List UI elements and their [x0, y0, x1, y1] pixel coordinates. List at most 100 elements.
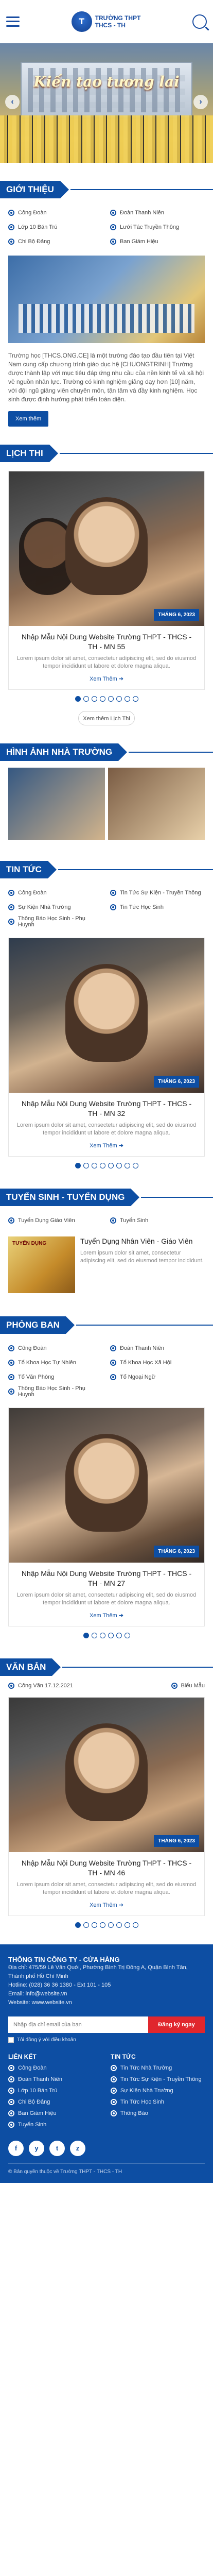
section-title: TUYỂN SINH - TUYỂN DỤNG — [0, 1189, 140, 1206]
card-title[interactable]: Nhập Mẫu Nội Dung Website Trường THPT - … — [16, 632, 197, 652]
bullet-icon — [110, 1345, 116, 1351]
docs-card[interactable]: THÁNG 6, 2023 Nhập Mẫu Nội Dung Website … — [8, 1697, 205, 1916]
intro-menu-item[interactable]: Chi Bộ Đảng — [8, 237, 103, 246]
slider-dot[interactable] — [83, 1163, 89, 1168]
footer-link[interactable]: Sự Kiện Nhà Trường — [111, 2085, 205, 2096]
rooms-card[interactable]: THÁNG 6, 2023 Nhập Mẫu Nội Dung Website … — [8, 1408, 205, 1626]
slider-dot[interactable] — [132, 1922, 138, 1928]
news-menu-item[interactable]: Công Đoàn — [8, 888, 103, 897]
footer-link[interactable]: Ban Giám Hiệu — [8, 2108, 102, 2119]
readmore-link[interactable]: Xem Thêm ➔ — [90, 1902, 123, 1908]
footer-link[interactable]: Lớp 10 Bán Trú — [8, 2085, 102, 2096]
rooms-menu-item[interactable]: Công Đoàn — [8, 1344, 103, 1353]
slider-dot[interactable] — [108, 1633, 114, 1638]
twitter-icon[interactable]: t — [49, 2141, 65, 2156]
slider-dot[interactable] — [124, 1633, 130, 1638]
footer-link[interactable]: Tin Tức Nhà Trường — [111, 2062, 205, 2074]
slider-dot[interactable] — [91, 696, 97, 702]
slider-dot[interactable] — [108, 1163, 114, 1168]
menu-icon[interactable] — [6, 16, 20, 27]
slider-dot[interactable] — [83, 1922, 89, 1928]
slider-dot[interactable] — [91, 1163, 97, 1168]
search-icon[interactable] — [192, 14, 207, 29]
news-menu-item[interactable]: Thông Báo Học Sinh - Phụ Huynh — [8, 916, 103, 928]
recruit-item[interactable]: TUYỂN DỤNG Tuyển Dụng Nhân Viên - Giáo V… — [0, 1231, 213, 1298]
recruit-menu-item[interactable]: Tuyển Sinh — [110, 1216, 205, 1225]
slider-dot[interactable] — [99, 1163, 105, 1168]
footer-link-label: Lớp 10 Bán Trú — [18, 2088, 58, 2094]
recruit-menu-item[interactable]: Tuyển Dụng Giáo Viên — [8, 1216, 103, 1225]
intro-more-button[interactable]: Xem thêm — [8, 411, 49, 427]
intro-menu-item[interactable]: Công Đoàn — [8, 208, 103, 217]
slider-dot[interactable] — [116, 1922, 122, 1928]
slider-dot[interactable] — [124, 1163, 130, 1168]
slider-dot[interactable] — [116, 696, 122, 702]
card-title[interactable]: Nhập Mẫu Nội Dung Website Trường THPT - … — [16, 1858, 197, 1878]
slider-dot[interactable] — [75, 696, 81, 702]
schedule-card[interactable]: THÁNG 6, 2023 Nhập Mẫu Nội Dung Website … — [8, 471, 205, 690]
slider-dot[interactable] — [91, 1922, 97, 1928]
slider-dot[interactable] — [124, 696, 130, 702]
footer-link[interactable]: Tuyển Sinh — [8, 2119, 102, 2130]
intro-menu-item[interactable]: Lớp 10 Bán Trú — [8, 223, 103, 232]
gallery-image[interactable] — [8, 768, 105, 840]
site-logo[interactable]: T TRƯỜNG THPT THCS - TH — [71, 11, 140, 32]
slider-dot[interactable] — [116, 1163, 122, 1168]
intro-menu-item[interactable]: Ban Giám Hiệu — [110, 237, 205, 246]
rooms-menu-item[interactable]: Tổ Ngoại Ngữ — [110, 1372, 205, 1382]
doc-row[interactable]: Công Văn 17.12.2021 Biểu Mẫu — [0, 1680, 213, 1692]
footer-link[interactable]: Tin Tức Học Sinh — [111, 2096, 205, 2108]
agree-checkbox[interactable] — [8, 2037, 14, 2043]
news-menu-item[interactable]: Tin Tức Học Sinh — [110, 903, 205, 912]
zalo-icon[interactable]: z — [70, 2141, 85, 2156]
slider-dot[interactable] — [124, 1922, 130, 1928]
gallery-image[interactable] — [108, 768, 205, 840]
recruit-title[interactable]: Tuyển Dụng Nhân Viên - Giáo Viên — [80, 1236, 205, 1246]
rooms-menu-item[interactable]: Tổ Văn Phòng — [8, 1372, 103, 1382]
intro-menu: Công Đoàn Đoàn Thanh Niên Lớp 10 Bán Trú… — [0, 202, 213, 252]
readmore-link[interactable]: Xem Thêm ➔ — [90, 1142, 123, 1149]
news-menu-item[interactable]: Tin Tức Sự Kiện - Truyền Thông — [110, 888, 205, 897]
slider-dot[interactable] — [132, 696, 138, 702]
menu-label: Tuyển Dụng Giáo Viên — [18, 1217, 75, 1224]
rooms-menu-item[interactable]: Đoàn Thanh Niên — [110, 1344, 205, 1353]
slider-dot[interactable] — [99, 696, 105, 702]
slider-dot[interactable] — [99, 1633, 105, 1638]
news-card[interactable]: THÁNG 6, 2023 Nhập Mẫu Nội Dung Website … — [8, 938, 205, 1157]
slider-dot[interactable] — [91, 1633, 97, 1638]
card-title[interactable]: Nhập Mẫu Nội Dung Website Trường THPT - … — [16, 1099, 197, 1118]
slider-dot[interactable] — [116, 1633, 122, 1638]
banner-prev-icon[interactable]: ‹ — [5, 95, 20, 109]
footer-link[interactable]: Đoàn Thanh Niên — [8, 2074, 102, 2085]
slider-dot[interactable] — [75, 1163, 81, 1168]
news-menu-item[interactable]: Sự Kiện Nhà Trường — [8, 903, 103, 912]
facebook-icon[interactable]: f — [8, 2141, 24, 2156]
schedule-all-button[interactable]: Xem thêm Lịch Thi — [78, 711, 135, 725]
news-menu: Công Đoàn Tin Tức Sự Kiện - Truyền Thông… — [0, 882, 213, 933]
footer-link[interactable]: Chi Bộ Đảng — [8, 2096, 102, 2108]
section-rule — [58, 869, 213, 870]
footer-link[interactable]: Công Đoàn — [8, 2062, 102, 2074]
readmore-link[interactable]: Xem Thêm ➔ — [90, 1612, 123, 1619]
slider-dot[interactable] — [108, 696, 114, 702]
slider-dot[interactable] — [132, 1163, 138, 1168]
slider-dots — [0, 1157, 213, 1171]
intro-menu-item[interactable]: Đoàn Thanh Niên — [110, 208, 205, 217]
slider-dot[interactable] — [108, 1922, 114, 1928]
youtube-icon[interactable]: y — [29, 2141, 44, 2156]
slider-dot[interactable] — [75, 1922, 81, 1928]
subscribe-button[interactable]: Đăng ký ngay — [148, 2016, 205, 2033]
newsletter-email-input[interactable] — [8, 2016, 148, 2033]
rooms-menu-item[interactable]: Tổ Khoa Học Xã Hội — [110, 1358, 205, 1367]
footer-link[interactable]: Thông Báo — [111, 2108, 205, 2119]
rooms-menu-item[interactable]: Thông Báo Học Sinh - Phụ Huynh — [8, 1385, 103, 1398]
slider-dot[interactable] — [83, 1633, 89, 1638]
banner-next-icon[interactable]: › — [193, 95, 208, 109]
intro-menu-item[interactable]: Lưới Tác Truyền Thông — [110, 223, 205, 232]
slider-dot[interactable] — [83, 696, 89, 702]
rooms-menu-item[interactable]: Tổ Khoa Học Tự Nhiên — [8, 1358, 103, 1367]
slider-dot[interactable] — [99, 1922, 105, 1928]
readmore-link[interactable]: Xem Thêm ➔ — [90, 675, 123, 682]
card-title[interactable]: Nhập Mẫu Nội Dung Website Trường THPT - … — [16, 1569, 197, 1588]
footer-link[interactable]: Tin Tức Sự Kiện - Truyền Thông — [111, 2074, 205, 2085]
